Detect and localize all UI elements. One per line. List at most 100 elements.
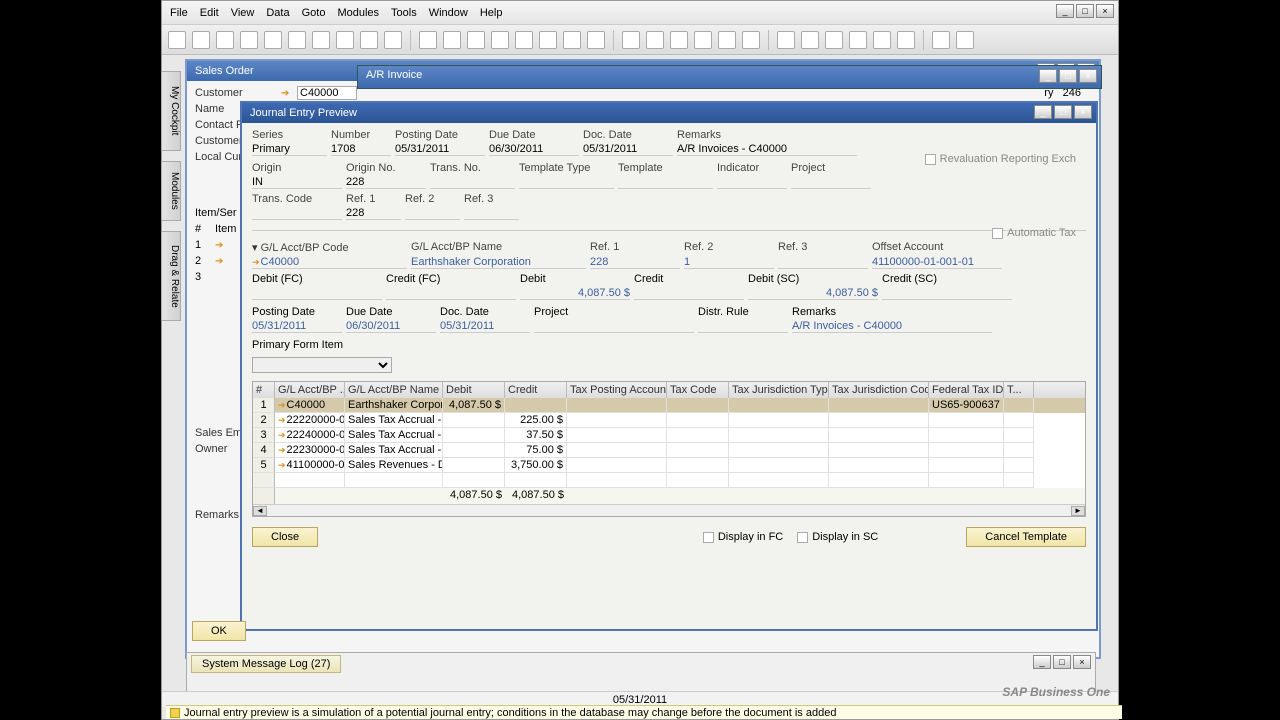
toolbar-icon[interactable] [932, 31, 950, 49]
nav-prev-icon[interactable] [443, 31, 461, 49]
chk-auto-tax[interactable]: Automatic Tax [992, 227, 1076, 239]
menu-window[interactable]: Window [429, 7, 468, 19]
val-d-remarks[interactable]: A/R Invoices - C40000 [792, 320, 992, 333]
syslog-minimize-button[interactable]: _ [1033, 655, 1051, 669]
ok-button[interactable]: OK [192, 621, 246, 641]
link-arrow-icon[interactable]: ➔ [278, 400, 286, 410]
val-docdate[interactable]: 05/31/2011 [583, 143, 673, 156]
val-creditsc[interactable] [882, 287, 1012, 300]
so-item-tab[interactable]: Item/Ser [195, 207, 237, 219]
val-distr[interactable] [698, 320, 788, 333]
link-arrow-icon[interactable]: ➔ [278, 445, 286, 455]
toolbar-icon[interactable] [646, 31, 664, 49]
val-d-project[interactable] [534, 320, 694, 333]
ar-close-button[interactable]: × [1079, 69, 1097, 83]
print-preview-icon[interactable] [216, 31, 234, 49]
col-fedtax[interactable]: Federal Tax ID [929, 382, 1004, 398]
toolbar-icon[interactable] [360, 31, 378, 49]
val-transno[interactable] [430, 176, 515, 189]
val-origin[interactable]: IN [252, 176, 342, 189]
chk-display-sc[interactable]: Display in SC [797, 531, 878, 543]
link-arrow-icon[interactable]: ➔ [215, 240, 225, 250]
val-glcode[interactable]: ➔C40000 [252, 256, 407, 269]
col-t[interactable]: T... [1004, 382, 1034, 398]
val-ref2[interactable] [405, 207, 460, 220]
toolbar-icon[interactable] [168, 31, 186, 49]
ar-invoice-window[interactable]: A/R Invoice _ □ × [357, 65, 1102, 89]
val-debit[interactable]: 4,087.50 $ [520, 287, 630, 300]
val-series[interactable]: Primary [252, 143, 327, 156]
link-arrow-icon[interactable]: ➔ [278, 460, 286, 470]
col-num[interactable]: # [253, 382, 275, 398]
col-taxjurtype[interactable]: Tax Jurisdiction Type [729, 382, 829, 398]
val-project[interactable] [791, 176, 871, 189]
je-close-button[interactable]: × [1074, 105, 1092, 119]
val-postdate[interactable]: 05/31/2011 [395, 143, 485, 156]
col-glcode[interactable]: G/L Acct/BP ... [275, 382, 345, 398]
val-debitfc[interactable] [252, 287, 382, 300]
chk-reval-reporting[interactable]: Revaluation Reporting Exch [925, 153, 1076, 165]
filter-icon[interactable] [563, 31, 581, 49]
nav-last-icon[interactable] [491, 31, 509, 49]
toolbar-icon[interactable] [670, 31, 688, 49]
col-taxjurcode[interactable]: Tax Jurisdiction Code [829, 382, 929, 398]
toolbar-icon[interactable] [539, 31, 557, 49]
val-remarks[interactable]: A/R Invoices - C40000 [677, 143, 857, 156]
menu-help[interactable]: Help [480, 7, 503, 19]
col-taxacct[interactable]: Tax Posting Account [567, 382, 667, 398]
side-tab-cockpit[interactable]: My Cockpit [161, 71, 181, 151]
val-offset[interactable]: 41100000-01-001-01 [872, 256, 1002, 269]
horizontal-scrollbar[interactable]: ◄ ► [253, 504, 1085, 516]
alert-icon[interactable] [849, 31, 867, 49]
checkbox-icon[interactable] [797, 532, 808, 543]
val-glname[interactable]: Earthshaker Corporation [411, 256, 586, 269]
val-template[interactable] [618, 176, 713, 189]
scrollbar-track[interactable] [267, 506, 1071, 516]
help-icon[interactable] [897, 31, 915, 49]
toolbar-icon[interactable] [825, 31, 843, 49]
menu-data[interactable]: Data [266, 7, 289, 19]
checkbox-icon[interactable] [925, 154, 936, 165]
app-close-button[interactable]: × [1096, 4, 1114, 18]
val-creditfc[interactable] [386, 287, 516, 300]
val-duedate[interactable]: 06/30/2011 [489, 143, 579, 156]
close-button[interactable]: Close [252, 527, 318, 547]
menu-file[interactable]: File [170, 7, 188, 19]
toolbar-icon[interactable] [622, 31, 640, 49]
val-templatetype[interactable] [519, 176, 614, 189]
val-debitsc[interactable]: 4,087.50 $ [748, 287, 878, 300]
menu-tools[interactable]: Tools [391, 7, 417, 19]
calendar-icon[interactable] [873, 31, 891, 49]
toolbar-icon[interactable] [336, 31, 354, 49]
toolbar-icon[interactable] [742, 31, 760, 49]
col-taxcode[interactable]: Tax Code [667, 382, 729, 398]
link-arrow-icon[interactable]: ➔ [252, 257, 260, 267]
toolbar-icon[interactable] [240, 31, 258, 49]
je-titlebar[interactable]: Journal Entry Preview _ □ × [242, 103, 1096, 123]
val-d-ref2[interactable]: 1 [684, 256, 774, 269]
checkbox-icon[interactable] [992, 228, 1003, 239]
find-icon[interactable] [801, 31, 819, 49]
scroll-left-icon[interactable]: ◄ [253, 506, 267, 516]
syslog-maximize-button[interactable]: □ [1053, 655, 1071, 669]
toolbar-icon[interactable] [587, 31, 605, 49]
nav-first-icon[interactable] [419, 31, 437, 49]
table-row[interactable]: 3 ➔22240000-01- Sales Tax Accrual - Cit … [253, 428, 1085, 443]
print-icon[interactable] [192, 31, 210, 49]
val-d-ref1[interactable]: 228 [590, 256, 680, 269]
menu-goto[interactable]: Goto [302, 7, 326, 19]
edit-icon[interactable] [777, 31, 795, 49]
val-d-docdate[interactable]: 05/31/2011 [440, 320, 530, 333]
col-glname[interactable]: G/L Acct/BP Name [345, 382, 443, 398]
table-row[interactable]: 5 ➔41100000-01- Sales Revenues - Dom 3,7… [253, 458, 1085, 473]
val-credit[interactable] [634, 287, 744, 300]
val-originno[interactable]: 228 [346, 176, 426, 189]
toolbar-icon[interactable] [312, 31, 330, 49]
so-customer-input[interactable] [297, 86, 357, 100]
val-indicator[interactable] [717, 176, 787, 189]
scroll-right-icon[interactable]: ► [1071, 506, 1085, 516]
val-d-duedate[interactable]: 06/30/2011 [346, 320, 436, 333]
val-ref3[interactable] [464, 207, 519, 220]
toolbar-icon[interactable] [515, 31, 533, 49]
nav-next-icon[interactable] [467, 31, 485, 49]
